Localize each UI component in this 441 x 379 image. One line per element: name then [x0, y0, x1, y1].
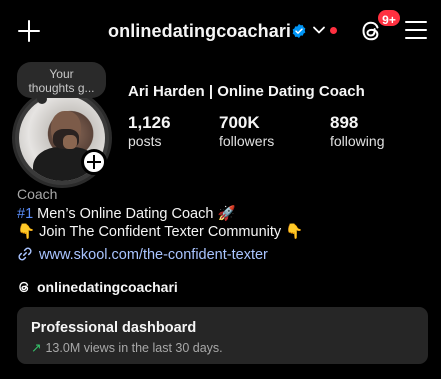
stat-value: 700K	[219, 113, 260, 132]
notification-dot	[330, 27, 337, 34]
professional-dashboard-card[interactable]: Professional dashboard ↗ 13.0M views in t…	[17, 307, 428, 364]
notification-count-badge: 9+	[376, 8, 402, 28]
menu-icon[interactable]	[405, 21, 427, 39]
chevron-down-icon[interactable]	[312, 23, 326, 37]
dashboard-title: Professional dashboard	[31, 320, 197, 336]
note-bubble[interactable]: Your thoughts g...	[17, 62, 106, 104]
note-line-2: thoughts g...	[28, 81, 95, 95]
stat-label: posts	[128, 133, 162, 149]
stat-label: followers	[219, 133, 275, 149]
full-name: Ari Harden | Online Dating Coach	[128, 83, 365, 100]
bio-line-1: #1 Men’s Online Dating Coach 🚀	[17, 205, 236, 222]
stat-label: following	[330, 133, 385, 149]
create-plus-icon[interactable]	[16, 18, 42, 44]
stat-posts[interactable]: 1,126 posts	[128, 113, 171, 149]
dashboard-subtitle: ↗ 13.0M views in the last 30 days.	[31, 340, 223, 355]
bio-link-text[interactable]: www.skool.com/the-confident-texter	[39, 247, 268, 263]
threads-profile-link[interactable]: onlinedatingcoachari	[17, 279, 178, 295]
bio-line-2: 👇 Join The Confident Texter Community 👇	[17, 224, 304, 240]
stat-value: 898	[330, 113, 359, 132]
dashboard-views-text: 13.0M views in the last 30 days.	[45, 341, 223, 355]
stat-followers[interactable]: 700K followers	[219, 113, 274, 149]
add-story-icon[interactable]	[81, 149, 107, 175]
link-icon	[18, 247, 32, 261]
username-title[interactable]: onlinedatingcoachari	[108, 21, 291, 42]
bio-line-1-text: Men’s Online Dating Coach 🚀	[33, 206, 236, 222]
bio-link[interactable]: www.skool.com/the-confident-texter	[17, 246, 268, 263]
stat-value: 1,126	[128, 113, 171, 132]
verified-icon	[292, 24, 306, 38]
stat-following[interactable]: 898 following	[330, 113, 384, 149]
threads-handle[interactable]: onlinedatingcoachari	[37, 279, 178, 295]
category-label: Coach	[17, 186, 58, 202]
threads-icon	[19, 281, 29, 293]
trend-up-icon: ↗	[31, 341, 42, 355]
note-line-1: Your	[49, 67, 74, 81]
bio-hashtag[interactable]: #1	[17, 206, 33, 222]
